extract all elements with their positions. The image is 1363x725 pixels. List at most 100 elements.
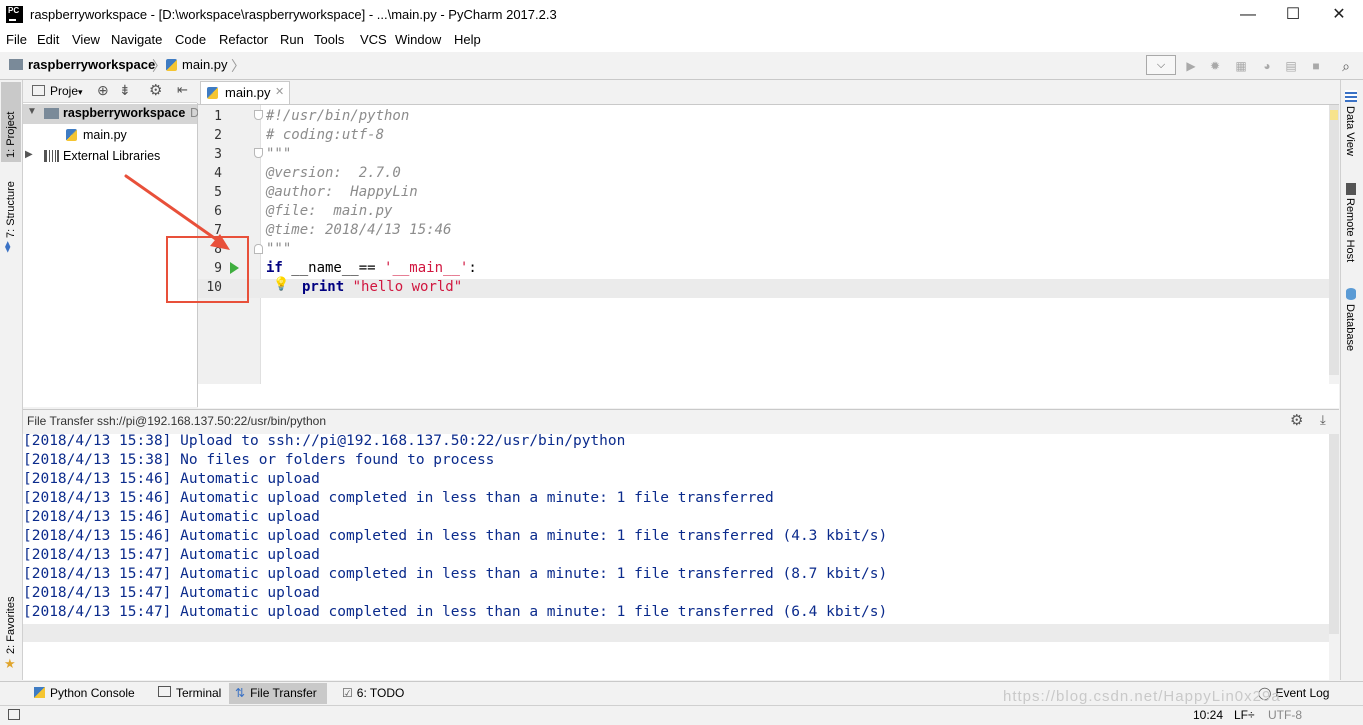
run-config-dropdown[interactable]: ⌵: [1146, 55, 1176, 75]
code-line-4: @version: 2.7.0: [266, 165, 401, 181]
concurrency-icon[interactable]: ▤: [1282, 57, 1300, 75]
tab-label: main.py: [225, 85, 271, 100]
right-tool-stripe: [1340, 80, 1363, 680]
log-line: [2018/4/13 15:46] Automatic upload compl…: [23, 528, 888, 544]
tab-data-view[interactable]: Data View: [1344, 106, 1356, 156]
project-view-selector[interactable]: Proje▾: [50, 84, 83, 98]
menu-help[interactable]: Help: [454, 32, 481, 47]
breadcrumb-file[interactable]: main.py: [182, 57, 228, 72]
watermark: https://blog.csdn.net/HappyLin0x29a: [1003, 688, 1281, 705]
chevron-right-icon[interactable]: ▶: [25, 149, 33, 160]
log-line: [2018/4/13 15:47] Automatic upload: [23, 547, 320, 563]
line-number: 2: [214, 128, 222, 143]
menu-run[interactable]: Run: [280, 32, 304, 47]
tab-python-console[interactable]: Python Console: [28, 683, 141, 704]
profile-icon[interactable]: ◕: [1258, 57, 1276, 75]
folder-icon: [44, 108, 59, 119]
log-line: [2018/4/13 15:38] No files or folders fo…: [23, 452, 495, 468]
code-text: :: [468, 260, 477, 276]
code-line-7: @time: 2018/4/13 15:46: [266, 222, 452, 238]
remote-host-icon: [1346, 183, 1356, 195]
breadcrumb-separator-icon: 〉: [231, 58, 245, 74]
code-line-10: print "hello world": [302, 279, 462, 295]
tab-terminal[interactable]: Terminal: [152, 683, 227, 704]
gear-icon[interactable]: ⚙: [1290, 411, 1303, 429]
menu-code[interactable]: Code: [175, 32, 206, 47]
locate-icon[interactable]: ⊕: [97, 82, 109, 99]
collapse-icon[interactable]: ⇟: [119, 82, 131, 99]
tab-favorites[interactable]: 2: Favorites: [5, 592, 17, 654]
fold-marker-icon[interactable]: [254, 110, 263, 120]
maximize-button[interactable]: ☐: [1270, 0, 1316, 30]
file-transfer-title: File Transfer ssh://pi@192.168.137.50:22…: [27, 414, 327, 428]
log-line: [2018/4/13 15:38] Upload to ssh://pi@192…: [23, 433, 626, 449]
lightbulb-icon[interactable]: 💡: [273, 276, 289, 292]
tab-structure[interactable]: 7: Structure: [5, 176, 17, 238]
line-separator[interactable]: LF÷: [1234, 708, 1255, 722]
menu-file[interactable]: File: [6, 32, 27, 47]
log-line: [2018/4/13 15:47] Automatic upload compl…: [23, 566, 888, 582]
python-console-icon: [34, 687, 45, 698]
keyword-if: if: [266, 260, 283, 276]
fold-marker-icon[interactable]: [254, 148, 263, 158]
code-line-6: @file: main.py: [266, 203, 393, 219]
status-bar: [0, 705, 1363, 725]
tab-todo[interactable]: ☑ 6: TODO: [336, 683, 410, 704]
breadcrumb-project[interactable]: raspberryworkspace: [28, 57, 155, 72]
file-transfer-icon: ⇅: [235, 686, 246, 700]
hide-panel-icon[interactable]: ⇤: [177, 82, 188, 98]
data-view-icon: [1345, 90, 1357, 102]
keyword-print: print: [302, 279, 345, 295]
close-tab-icon[interactable]: ✕: [275, 85, 284, 98]
database-icon: [1346, 288, 1356, 300]
code-text: __name__==: [282, 260, 385, 276]
log-line: [2018/4/13 15:46] Automatic upload: [23, 509, 320, 525]
chevron-down-icon[interactable]: ▼: [27, 106, 37, 117]
code-line-5: @author: HappyLin: [266, 184, 418, 200]
minimize-button[interactable]: —: [1225, 0, 1271, 30]
fold-marker-icon[interactable]: [254, 244, 263, 254]
code-editor[interactable]: [261, 105, 1329, 384]
editor-scrollbar[interactable]: [1329, 105, 1339, 375]
stop-icon[interactable]: ■: [1307, 57, 1325, 75]
code-line-1: #!/usr/bin/python: [266, 108, 410, 124]
debug-icon[interactable]: ✹: [1206, 57, 1224, 75]
menu-tools[interactable]: Tools: [314, 32, 344, 47]
menu-window[interactable]: Window: [395, 32, 441, 47]
code-line-2: # coding:utf-8: [266, 127, 385, 143]
menu-vcs[interactable]: VCS: [360, 32, 387, 47]
caret-position[interactable]: 10:24: [1193, 708, 1223, 722]
tree-item-root[interactable]: raspberryworkspace: [63, 106, 185, 120]
tab-project[interactable]: 1: Project: [5, 88, 17, 158]
pycharm-logo-icon: PC: [6, 6, 23, 23]
coverage-icon[interactable]: ▦: [1232, 57, 1250, 75]
left-tool-stripe: [0, 80, 23, 680]
file-encoding[interactable]: UTF-8: [1268, 708, 1302, 722]
code-line-9: if __name__== '__main__':: [266, 260, 477, 276]
log-line: [2018/4/13 15:46] Automatic upload compl…: [23, 490, 774, 506]
log-scrollbar[interactable]: [1329, 434, 1339, 634]
tree-item-external-libraries[interactable]: External Libraries: [63, 149, 160, 163]
tab-remote-host[interactable]: Remote Host: [1344, 198, 1356, 262]
tree-item-main-py[interactable]: main.py: [83, 128, 127, 142]
search-icon[interactable]: ⌕: [1337, 57, 1355, 75]
close-button[interactable]: ✕: [1316, 0, 1362, 30]
menu-navigate[interactable]: Navigate: [111, 32, 162, 47]
library-icon: [44, 150, 59, 162]
python-file-icon: [66, 129, 77, 141]
tool-windows-icon[interactable]: [8, 709, 20, 720]
log-line: [2018/4/13 15:47] Automatic upload: [23, 585, 320, 601]
menu-view[interactable]: View: [72, 32, 100, 47]
star-icon: ★: [4, 656, 16, 671]
hide-panel-icon[interactable]: ⤓: [1320, 412, 1326, 428]
project-view-icon: [32, 85, 45, 96]
editor-empty-area[interactable]: [198, 384, 1339, 408]
menu-edit[interactable]: Edit: [37, 32, 59, 47]
gear-icon[interactable]: ⚙: [149, 81, 162, 99]
run-icon[interactable]: ▶: [1182, 57, 1200, 75]
tab-file-transfer[interactable]: ⇅ File Transfer: [229, 683, 327, 704]
tab-database[interactable]: Database: [1344, 304, 1356, 351]
todo-icon: ☑: [342, 686, 353, 700]
line-number: 3: [214, 147, 222, 162]
menu-refactor[interactable]: Refactor: [219, 32, 268, 47]
